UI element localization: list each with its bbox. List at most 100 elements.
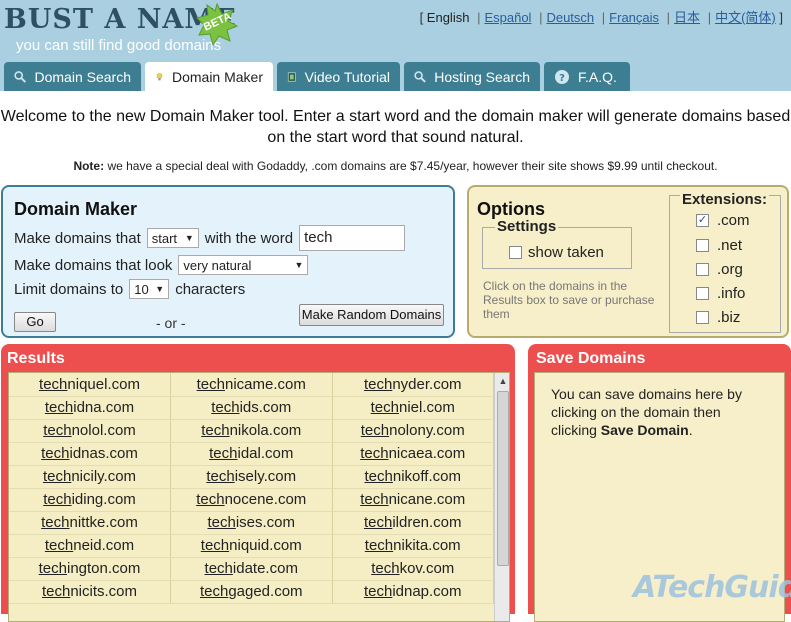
extensions-legend: Extensions: bbox=[680, 191, 770, 208]
domain-result[interactable]: techneid.com bbox=[9, 534, 171, 558]
scroll-thumb[interactable] bbox=[497, 391, 509, 566]
extension-info[interactable]: .info bbox=[696, 285, 745, 302]
extension-com[interactable]: ✓ .com bbox=[696, 212, 750, 229]
domain-result[interactable]: technolol.com bbox=[9, 419, 171, 443]
domain-result[interactable]: techkov.com bbox=[332, 557, 494, 581]
domain-rest: niel.com bbox=[399, 399, 455, 416]
tab-domain-search[interactable]: Domain Search bbox=[4, 62, 141, 91]
domain-rest: ington.com bbox=[66, 560, 141, 577]
show-taken-option[interactable]: show taken bbox=[509, 244, 604, 261]
lang-japanese[interactable]: 日本 bbox=[674, 10, 700, 25]
domain-result[interactable]: techidate.com bbox=[170, 557, 333, 581]
start-word-input[interactable]: tech bbox=[299, 225, 406, 251]
domain-result[interactable]: techington.com bbox=[9, 557, 171, 581]
results-table: techniquel.com technicame.com technyder.co… bbox=[9, 373, 494, 604]
domain-rest: niquid.com bbox=[229, 537, 302, 554]
domain-result[interactable]: techises.com bbox=[170, 511, 333, 535]
help-icon: ? bbox=[555, 69, 569, 84]
domain-prefix: tech bbox=[204, 560, 233, 577]
extension-net[interactable]: .net bbox=[696, 237, 742, 254]
limit-select[interactable]: 10 ▼ bbox=[129, 279, 170, 299]
style-row: Make domains that look very natural ▼ bbox=[14, 255, 309, 275]
domain-result[interactable]: techidnas.com bbox=[9, 442, 171, 466]
domain-result[interactable]: technicily.com bbox=[9, 465, 171, 489]
checkbox[interactable] bbox=[696, 239, 709, 252]
magnifier-icon bbox=[14, 70, 27, 83]
domain-result[interactable]: technyder.com bbox=[332, 373, 494, 397]
tab-label: F.A.Q. bbox=[578, 68, 617, 85]
word-row: Make domains that start ▼ with the word t… bbox=[14, 225, 406, 251]
scroll-up-icon[interactable]: ▲ bbox=[495, 373, 509, 389]
domain-result[interactable]: technikoff.com bbox=[332, 465, 494, 489]
domain-result[interactable]: technittke.com bbox=[9, 511, 171, 535]
domain-result[interactable]: techidnap.com bbox=[332, 580, 494, 604]
table-row: technicily.com techisely.com technikoff.co… bbox=[9, 465, 494, 489]
options-hint: Click on the domains in the Results box … bbox=[483, 279, 655, 321]
domain-result[interactable]: techniquid.com bbox=[170, 534, 333, 558]
extension-label: .biz bbox=[717, 309, 741, 326]
domain-rest: nicits.com bbox=[70, 583, 138, 600]
lang-chinese[interactable]: 中文(简体) bbox=[715, 10, 776, 25]
show-taken-checkbox[interactable] bbox=[509, 246, 522, 259]
domain-result[interactable]: techniquel.com bbox=[9, 373, 171, 397]
lang-english[interactable]: English bbox=[427, 10, 470, 25]
domain-prefix: tech bbox=[364, 537, 394, 554]
results-scrollbar[interactable]: ▲ bbox=[494, 373, 509, 621]
domain-result[interactable]: technicane.com bbox=[332, 488, 494, 512]
settings-legend: Settings bbox=[495, 218, 559, 235]
option-label: show taken bbox=[528, 244, 604, 261]
results-list: techniquel.com technicame.com technyder.co… bbox=[8, 372, 510, 622]
lang-spanish[interactable]: Español bbox=[484, 10, 531, 25]
domain-result[interactable]: technicame.com bbox=[170, 373, 333, 397]
table-row: techiding.com technocene.com technicane.co… bbox=[9, 488, 494, 512]
extension-biz[interactable]: .biz bbox=[696, 309, 740, 326]
save-instructions-end: . bbox=[688, 422, 693, 438]
domain-result[interactable]: techniel.com bbox=[332, 396, 494, 420]
tab-hosting-search[interactable]: Hosting Search bbox=[404, 62, 540, 91]
domain-prefix: tech bbox=[41, 445, 70, 462]
tab-video-tutorial[interactable]: Video Tutorial bbox=[277, 62, 400, 91]
select-value: very natural bbox=[183, 257, 252, 273]
main-tabs: Domain Search Domain Maker Video Tutoria… bbox=[4, 62, 630, 91]
domain-result[interactable]: technikita.com bbox=[332, 534, 494, 558]
lang-german[interactable]: Deutsch bbox=[546, 10, 594, 25]
lightbulb-icon bbox=[156, 72, 163, 80]
domain-result[interactable]: techisely.com bbox=[170, 465, 333, 489]
chevron-down-icon: ▼ bbox=[184, 233, 194, 243]
domain-rest: nikola.com bbox=[229, 422, 302, 439]
magnifier-icon bbox=[414, 70, 426, 83]
tab-faq[interactable]: ? F.A.Q. bbox=[544, 62, 630, 91]
domain-rest: idal.com bbox=[237, 445, 294, 462]
domain-result[interactable]: techiding.com bbox=[9, 488, 171, 512]
go-button[interactable]: Go bbox=[14, 312, 56, 332]
domain-result[interactable]: technolony.com bbox=[332, 419, 494, 443]
lang-french[interactable]: Français bbox=[609, 10, 659, 25]
domain-result[interactable]: technicits.com bbox=[9, 580, 171, 604]
domain-prefix: tech bbox=[44, 399, 74, 416]
checkbox[interactable] bbox=[696, 311, 709, 324]
domain-prefix: tech bbox=[41, 514, 70, 531]
domain-result[interactable]: technikola.com bbox=[170, 419, 333, 443]
domain-result[interactable]: techgaged.com bbox=[170, 580, 333, 604]
domain-prefix: tech bbox=[360, 491, 389, 508]
note-text: we have a special deal with Godaddy, .co… bbox=[104, 159, 718, 173]
domain-rest: ises.com bbox=[235, 514, 296, 531]
style-select[interactable]: very natural ▼ bbox=[178, 255, 309, 275]
tab-domain-maker[interactable]: Domain Maker bbox=[145, 62, 273, 91]
checkbox[interactable] bbox=[696, 263, 709, 276]
domain-result[interactable]: techids.com bbox=[170, 396, 333, 420]
domain-result[interactable]: techidna.com bbox=[9, 396, 171, 420]
domain-result[interactable]: techildren.com bbox=[332, 511, 494, 535]
domain-result[interactable]: techidal.com bbox=[170, 442, 333, 466]
row-label: Make domains that bbox=[14, 229, 141, 247]
results-panel: Results techniquel.com technicame.com tech… bbox=[1, 344, 515, 622]
checkbox-checked[interactable]: ✓ bbox=[696, 214, 709, 227]
extension-org[interactable]: .org bbox=[696, 261, 743, 278]
extensions-group: Extensions: ✓ .com .net .org .info .biz bbox=[669, 191, 781, 333]
position-select[interactable]: start ▼ bbox=[146, 228, 199, 248]
checkbox[interactable] bbox=[696, 287, 709, 300]
make-random-domains-button[interactable]: Make Random Domains bbox=[299, 304, 444, 326]
domain-result[interactable]: technicaea.com bbox=[332, 442, 494, 466]
domain-prefix: tech bbox=[211, 399, 240, 416]
domain-result[interactable]: technocene.com bbox=[170, 488, 333, 512]
